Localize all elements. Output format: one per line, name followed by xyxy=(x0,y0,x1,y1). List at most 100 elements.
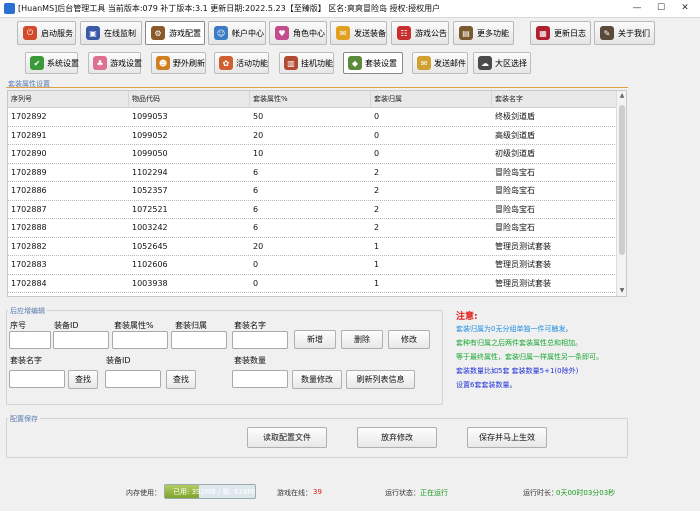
save-and-apply-button[interactable]: 保存并马上生效 xyxy=(467,427,547,448)
tab-more-functions[interactable]: ▤ 更多功能 xyxy=(453,21,514,45)
cell-set-owner: 1 xyxy=(374,260,380,269)
power-icon: ⏻ xyxy=(23,26,37,40)
scroll-down-icon[interactable]: ▼ xyxy=(617,286,626,296)
sub-tab-bar: ✔ 系统设置 ♣ 游戏设置 ☻ 野外刷新 ✿ 活动功能 ▥ 挂机功能 ◆ 套装设… xyxy=(0,49,700,76)
game-config-icon: ⚙ xyxy=(151,26,165,40)
table-row[interactable]: 1702889 1102294 6 2 冒险岛宝石 xyxy=(8,164,617,182)
read-config-button[interactable]: 读取配置文件 xyxy=(247,427,327,448)
section-divider xyxy=(6,87,628,88)
tab-character-center[interactable]: ♥ 角色中心 xyxy=(269,21,327,45)
minimize-button[interactable]: — xyxy=(626,2,648,16)
cell-set-attr: 6 xyxy=(253,186,259,195)
table-row[interactable]: 1702892 1099053 50 0 终极剑道盾 xyxy=(8,108,617,127)
table-scrollbar[interactable]: ▲ ▼ xyxy=(616,91,626,296)
tab-send-equipment[interactable]: ✉ 发送装备 xyxy=(330,21,387,45)
set-count-input[interactable] xyxy=(232,370,288,388)
note-line: 套装数量比如5套 套装数量5+1(0除外) xyxy=(456,367,579,375)
set-attr-table[interactable]: 序列号 物品代码 套装属性% 套装归属 套装名字 1702892 1099053 5… xyxy=(7,90,627,297)
maximize-button[interactable]: ☐ xyxy=(650,2,672,16)
find-equip-button[interactable]: 查找 xyxy=(166,370,196,389)
cell-set-name: 初级剑道盾 xyxy=(495,149,535,158)
tab-account-center[interactable]: ☺ 帐户中心 xyxy=(208,21,266,45)
delete-button[interactable]: 删除 xyxy=(341,330,383,349)
note-line: 等于最终属性，套装归属一样属性另一条即可。 xyxy=(456,353,603,361)
subtab-region-select[interactable]: ☁ 大区选择 xyxy=(473,52,531,74)
cell-item-code: 1099052 xyxy=(132,130,168,140)
cell-item-code: 1102294 xyxy=(132,167,168,177)
table-row[interactable]: 1702886 1052357 6 2 冒险岛宝石 xyxy=(8,182,617,201)
cell-set-name: 冒险岛宝石 xyxy=(495,204,535,214)
table-row[interactable]: 1702890 1099050 10 0 初级剑道盾 xyxy=(8,145,617,164)
search-equip-input[interactable] xyxy=(105,370,161,388)
window-title: [HuanMS]后台管理工具 当前版本:079 补丁版本:3.1 更新日期:20… xyxy=(18,4,441,13)
tab-label: 关于我们 xyxy=(618,28,650,38)
run-time-value: 0天00时03分03秒 xyxy=(556,489,616,497)
cell-serial: 1702891 xyxy=(11,130,47,140)
scroll-up-icon[interactable]: ▲ xyxy=(617,91,626,101)
count-modify-button[interactable]: 数量修改 xyxy=(292,370,342,389)
add-button[interactable]: 新增 xyxy=(294,330,336,349)
subtab-set-settings[interactable]: ◆ 套装设置 xyxy=(343,52,403,74)
tab-game-announcement[interactable]: ☷ 游戏公告 xyxy=(391,21,449,45)
subtab-game-settings[interactable]: ♣ 游戏设置 xyxy=(88,52,142,74)
tab-game-config[interactable]: ⚙ 游戏配置 xyxy=(145,21,205,45)
refresh-list-button[interactable]: 刷新列表信息 xyxy=(346,370,415,389)
subtab-afk-functions[interactable]: ▥ 挂机功能 xyxy=(279,52,334,74)
subtab-label: 挂机功能 xyxy=(301,58,333,68)
modify-button[interactable]: 修改 xyxy=(388,330,430,349)
seq-input[interactable] xyxy=(9,331,51,349)
set-owner-input[interactable] xyxy=(171,331,227,349)
log-icon: ▦ xyxy=(536,26,550,40)
subtab-label: 系统设置 xyxy=(47,58,79,68)
subtab-system-settings[interactable]: ✔ 系统设置 xyxy=(25,52,79,74)
cell-set-owner: 0 xyxy=(374,112,380,121)
tab-update-log[interactable]: ▦ 更新日志 xyxy=(530,21,591,45)
column-header-set-owner[interactable]: 套装归属 xyxy=(371,91,492,108)
cell-set-attr: 20 xyxy=(253,241,264,251)
column-header-serial[interactable]: 序列号 xyxy=(8,91,129,108)
table-row[interactable]: 1702882 1052645 20 1 管理员测试套装 xyxy=(8,238,617,256)
tab-online-monitor[interactable]: ▣ 在线监制 xyxy=(80,21,142,45)
table-row[interactable]: 1702883 1102606 0 1 管理员测试套装 xyxy=(8,256,617,275)
table-row[interactable]: 1702888 1003242 6 2 冒险岛宝石 xyxy=(8,219,617,238)
cell-set-owner: 1 xyxy=(374,278,380,288)
find-name-button[interactable]: 查找 xyxy=(68,370,98,389)
set-name-input[interactable] xyxy=(232,331,288,349)
cell-serial: 1702890 xyxy=(11,149,47,158)
subtab-label: 野外刷新 xyxy=(173,58,205,68)
column-header-item-code[interactable]: 物品代码 xyxy=(129,91,250,108)
cell-set-name: 高级剑道盾 xyxy=(495,130,535,140)
scroll-thumb[interactable] xyxy=(619,105,625,255)
subtab-send-mail[interactable]: ✉ 发送邮件 xyxy=(412,52,468,74)
search-name-input[interactable] xyxy=(9,370,65,388)
title-bar: [HuanMS]后台管理工具 当前版本:079 补丁版本:3.1 更新日期:20… xyxy=(0,0,700,18)
cell-serial: 1702886 xyxy=(11,186,47,195)
close-button[interactable]: ✕ xyxy=(674,2,696,16)
set-settings-icon: ◆ xyxy=(348,56,362,70)
subtab-event-functions[interactable]: ✿ 活动功能 xyxy=(214,52,269,74)
tab-label: 角色中心 xyxy=(293,28,325,38)
app-icon xyxy=(4,3,15,14)
tab-start-service[interactable]: ⏻ 启动服务 xyxy=(17,21,76,45)
cell-set-owner: 1 xyxy=(374,241,380,251)
monitor-icon: ▣ xyxy=(86,26,100,40)
equip-id-label: 装备ID xyxy=(54,321,79,330)
set-attr-input[interactable] xyxy=(112,331,168,349)
mail-icon: ✉ xyxy=(417,56,431,70)
table-row[interactable]: 1702887 1072521 6 2 冒险岛宝石 xyxy=(8,201,617,219)
subtab-field-refresh[interactable]: ☻ 野外刷新 xyxy=(151,52,206,74)
table-row[interactable]: 1702891 1099052 20 0 高级剑道盾 xyxy=(8,127,617,145)
region-icon: ☁ xyxy=(478,56,492,70)
column-header-set-attr[interactable]: 套装属性% xyxy=(250,91,371,108)
table-row[interactable]: 1702884 1003938 0 1 管理员测试套装 xyxy=(8,275,617,293)
tab-about-us[interactable]: ✎ 关于我们 xyxy=(594,21,655,45)
cell-set-name: 管理员测试套装 xyxy=(495,278,551,288)
cell-item-code: 1052645 xyxy=(132,241,168,251)
tab-label: 在线监制 xyxy=(104,28,136,38)
column-header-set-name[interactable]: 套装名字 xyxy=(492,91,617,108)
cell-serial: 1702892 xyxy=(11,112,47,121)
about-icon: ✎ xyxy=(600,26,614,40)
search-equip-label: 装备ID xyxy=(106,356,131,365)
equip-id-input[interactable] xyxy=(53,331,109,349)
discard-changes-button[interactable]: 放弃修改 xyxy=(357,427,437,448)
